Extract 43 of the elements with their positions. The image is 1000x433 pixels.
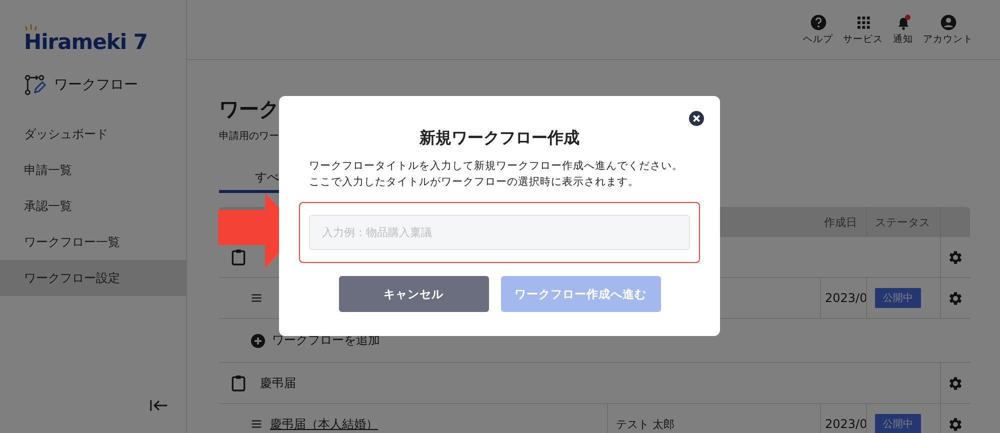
header-action[interactable]: ヘルプ [801, 14, 835, 46]
group-name: 慶弔届 [260, 374, 296, 392]
status-badge: 公開中 [875, 288, 921, 308]
drag-handle-icon[interactable] [251, 294, 262, 302]
app-title: ワークフロー [54, 76, 138, 94]
crown-icon [25, 24, 37, 31]
account-icon [940, 14, 956, 30]
created-date: 2023/0 [825, 417, 866, 431]
column-header: ステータス [866, 207, 940, 237]
settings-icon[interactable] [947, 248, 964, 266]
clipboard-icon [231, 248, 246, 266]
dialog-text: ここで入力したタイトルがワークフローの選択時に表示されます。 [309, 175, 640, 190]
clipboard-icon [231, 374, 246, 392]
settings-icon[interactable] [947, 374, 964, 392]
owner-name: テスト 太郎 [616, 416, 674, 432]
logo: Hirameki 7 [24, 24, 148, 54]
header-action[interactable]: サービス [841, 14, 885, 46]
page-subtitle: 申請用のワー [219, 130, 279, 143]
grid-icon [854, 14, 872, 30]
drag-handle-icon[interactable] [251, 420, 262, 428]
collapse-icon[interactable] [150, 399, 168, 412]
created-date: 2023/0 [825, 291, 866, 305]
sidebar-item[interactable]: 承認一覧 [0, 188, 186, 224]
status-badge: 公開中 [875, 414, 921, 433]
sidebar-item[interactable]: ワークフロー一覧 [0, 224, 186, 260]
help-icon [810, 14, 826, 30]
close-icon[interactable] [689, 111, 704, 126]
page-title: ワーク [219, 96, 279, 122]
title-input[interactable]: 入力例：物品購入稟議 [309, 215, 690, 250]
sidebar-item[interactable]: ワークフロー設定 [0, 260, 186, 296]
header-action[interactable]: アカウント [921, 14, 975, 46]
workflow-link[interactable]: 慶弔届（本人結婚） [270, 416, 378, 432]
settings-icon[interactable] [947, 416, 964, 432]
dialog-text: ワークフロータイトルを入力して新規ワークフロー作成へ進んでください。 [309, 159, 684, 174]
plus-icon [251, 334, 265, 348]
sidebar-item[interactable]: 申請一覧 [0, 152, 186, 188]
header-action[interactable]: 通知 [891, 14, 915, 46]
cancel-button[interactable]: キャンセル [338, 276, 488, 312]
workflow-icon [24, 74, 46, 96]
column-header: 作成日 [823, 214, 858, 230]
sidebar-item[interactable]: ダッシュボード [0, 116, 186, 152]
dialog-title: 新規ワークフロー作成 [418, 127, 580, 149]
settings-icon[interactable] [947, 290, 964, 306]
